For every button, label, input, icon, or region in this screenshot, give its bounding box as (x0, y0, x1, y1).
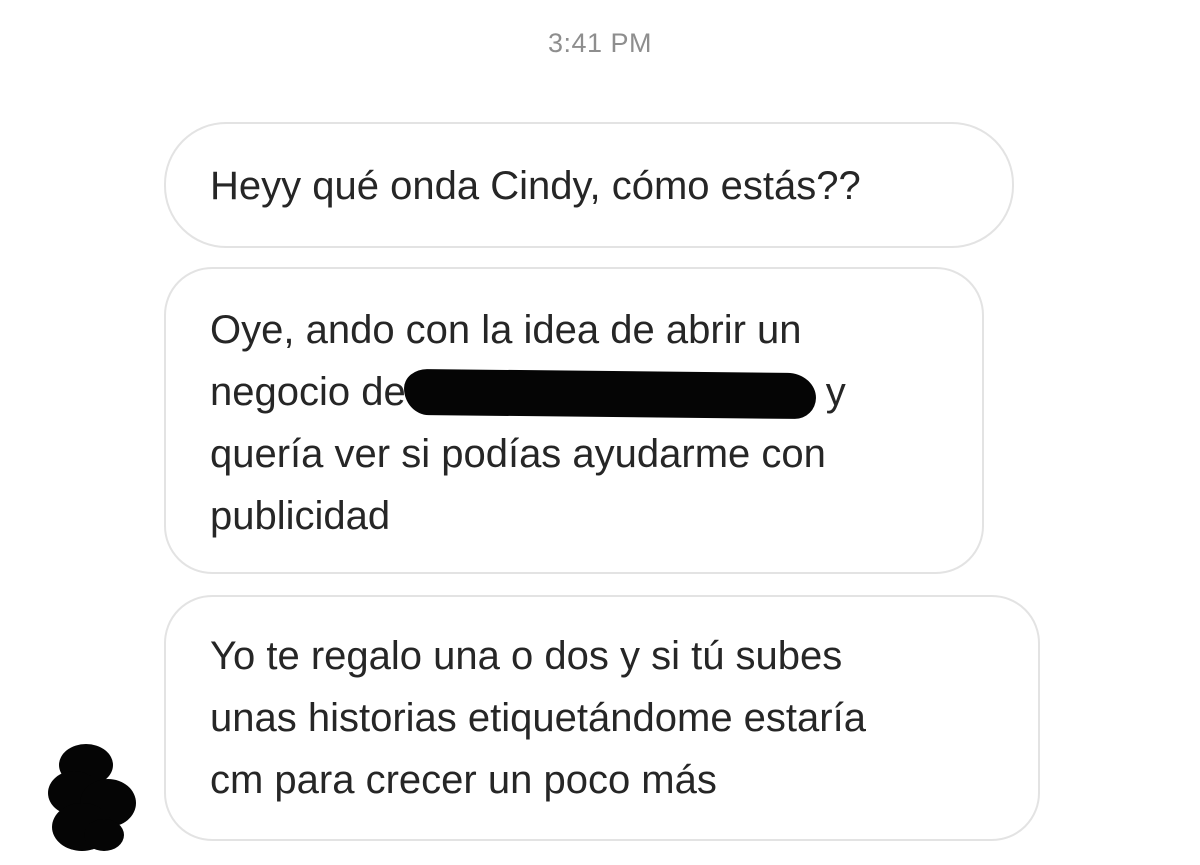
message-bubble[interactable]: Heyy qué onda Cindy, cómo estás?? (164, 122, 1014, 248)
message-text: Oye, ando con la idea de abrir un (210, 308, 802, 352)
message-bubble[interactable]: Yo te regalo una o dos y si tú subes una… (164, 595, 1040, 841)
message-text: Heyy qué onda Cindy, cómo estás?? (210, 164, 861, 208)
message-text: y (825, 370, 846, 414)
message-text: publicidad (210, 494, 391, 538)
message-text: negocio de (210, 370, 406, 414)
sender-avatar-icon[interactable] (46, 743, 138, 855)
message-text: cm para crecer un poco más (210, 758, 717, 802)
redaction-mark (403, 368, 816, 420)
message-timestamp: 3:41 PM (547, 28, 653, 58)
message-text: unas historias etiquetándome estaría (210, 696, 866, 740)
message-text: quería ver si podías ayudarme con (210, 432, 826, 476)
message-bubble[interactable]: Oye, ando con la idea de abrir un negoci… (164, 267, 984, 574)
message-text-line: negocio de y (210, 361, 938, 423)
message-text: Yo te regalo una o dos y si tú subes (210, 634, 843, 678)
